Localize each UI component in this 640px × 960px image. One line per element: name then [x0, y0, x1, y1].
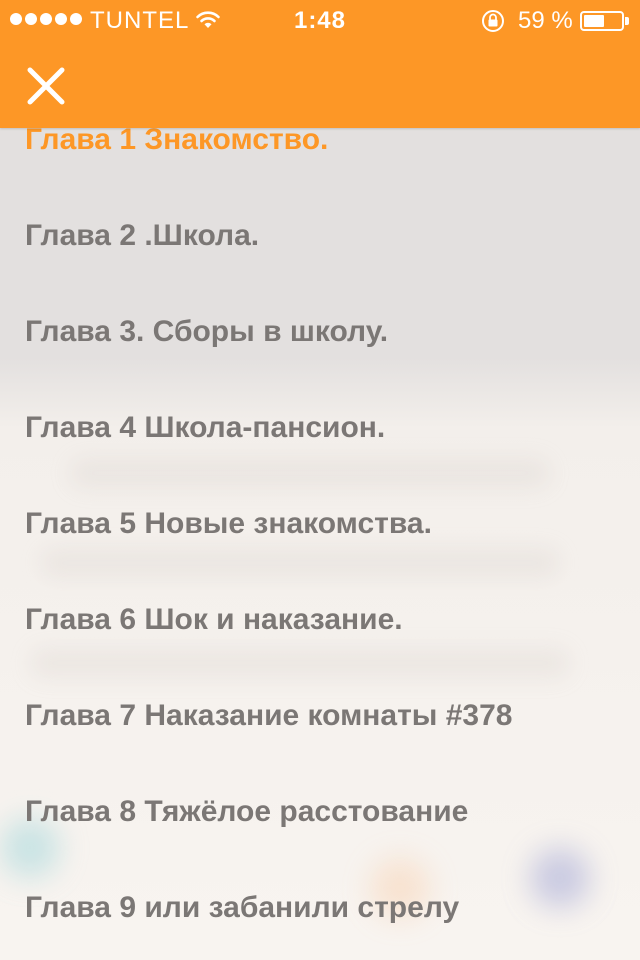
battery-level-fill: [584, 15, 604, 27]
top-bar: TUNTEL 1:48 59 %: [0, 0, 640, 128]
chapter-item-4[interactable]: Глава 4 Школа-пансион.: [0, 380, 640, 476]
status-bar: TUNTEL 1:48 59 %: [0, 0, 640, 40]
rotation-lock-icon: [480, 8, 506, 41]
close-button[interactable]: [22, 62, 70, 110]
chapter-item-8[interactable]: Глава 8 Тяжёлое расстование: [0, 764, 640, 860]
close-icon: [27, 67, 65, 105]
chapter-item-6[interactable]: Глава 6 Шок и наказание.: [0, 572, 640, 668]
chapter-item-9[interactable]: Глава 9 или забанили стрелу: [0, 860, 640, 956]
battery-tip: [625, 17, 629, 25]
chapter-item-7[interactable]: Глава 7 Наказание комнаты #378: [0, 668, 640, 764]
chapter-list: Глава 1 Знакомство. Глава 2 .Школа. Глав…: [0, 92, 640, 956]
battery-percent: 59 %: [518, 7, 573, 34]
chapter-item-3[interactable]: Глава 3. Сборы в школу.: [0, 284, 640, 380]
battery-icon: [580, 11, 624, 31]
chapter-item-2[interactable]: Глава 2 .Школа.: [0, 188, 640, 284]
chapter-item-5[interactable]: Глава 5 Новые знакомства.: [0, 476, 640, 572]
